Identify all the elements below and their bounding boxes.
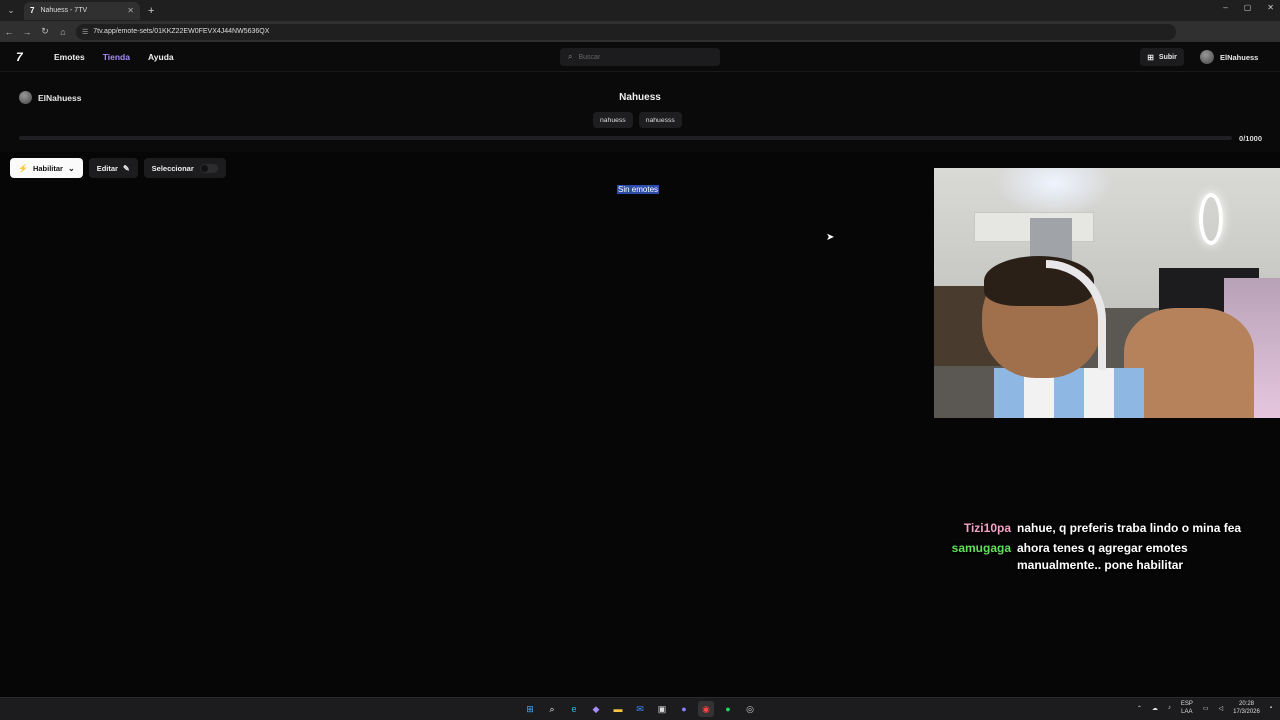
keyboard-layout: LAA [1181,709,1193,715]
mouse-cursor-icon: ➤ [826,232,835,243]
tab-search-icon[interactable]: ⌄ [2,2,20,20]
taskbar-apps: ⊞ ⌕ e ◆ ▬ ✉ ▣ ● ◉ ● ◎ [522,701,758,717]
tab-close-icon[interactable]: ✕ [127,6,134,15]
spotify-icon[interactable]: ● [720,701,736,717]
reload-icon[interactable]: ↻ [36,26,54,37]
upload-icon: ⊞ [1147,52,1154,62]
nav-emotes[interactable]: Emotes [54,52,85,62]
teams-icon[interactable]: ● [676,701,692,717]
empty-state-text: Sin emotes [617,185,660,194]
clock-date: 17/3/2026 [1233,709,1260,715]
network-icon[interactable]: ▭ [1203,705,1209,712]
home-icon[interactable]: ⌂ [54,27,72,37]
forward-icon[interactable]: → [18,27,36,37]
search-icon: ⌕ [568,52,573,61]
webcam-ring-light [1199,193,1223,245]
set-toolbar: ⚡ Habilitar ⌄ Editar ✎ Seleccionar [10,158,226,178]
enable-label: Habilitar [32,163,63,173]
chat-message: Tizi10pa nahue, q preferis traba lindo o… [940,520,1270,537]
chat-text: ahora tenes q agregar emotes manualmente… [1017,541,1188,572]
chat-username: samugaga [951,541,1011,555]
chat-overlay: Tizi10pa nahue, q preferis traba lindo o… [940,520,1270,577]
tab-title: Nahuess - 7TV [40,7,88,14]
capacity-count: 0/1000 [1239,134,1262,143]
address-bar[interactable]: ☰ 7tv.app/emote-sets/01KKZ22EW0FEVX4J44N… [76,23,1176,40]
lightning-icon: ⚡ [18,163,28,173]
webcam-shirt [994,368,1144,418]
site-info-icon[interactable]: ☰ [82,28,88,36]
microphone-icon[interactable]: ♪ [1168,705,1171,711]
search-placeholder: Buscar [578,53,601,61]
capacity-bar [19,136,1232,140]
speaker-icon[interactable]: ◁ [1219,705,1224,712]
mail-icon[interactable]: ✉ [632,701,648,717]
chevron-up-icon[interactable]: ⌃ [1137,705,1142,712]
store-icon[interactable]: ▣ [654,701,670,717]
notification-icon[interactable]: ▪ [1270,705,1272,711]
clock[interactable]: 20:28 17/3/2026 [1233,700,1260,716]
chat-message: samugaga ahora tenes q agregar emotes ma… [940,540,1270,574]
webcam-light [994,168,1114,218]
windows-taskbar: ⊞ ⌕ e ◆ ▬ ✉ ▣ ● ◉ ● ◎ ⌃ ☁ ♪ ESP LAA ▭ ◁ … [0,697,1280,720]
chat-text: nahue, q preferis traba lindo o mina fea [1017,521,1242,535]
set-tags: nahuess nahuesss [593,112,682,128]
browser-address-row: ← → ↻ ⌂ ☰ 7tv.app/emote-sets/01KKZ22EW0F… [0,21,1280,56]
language-code: ESP [1180,701,1193,707]
search-icon[interactable]: ⌕ [544,701,560,717]
upload-button[interactable]: ⊞ Subir [1140,48,1184,66]
chrome-icon[interactable]: ◉ [698,701,714,717]
select-label: Seleccionar [151,163,194,173]
copilot-icon[interactable]: ◆ [588,701,604,717]
select-button[interactable]: Seleccionar [143,158,226,178]
clock-time: 20:28 [1239,701,1255,707]
maximize-icon[interactable]: ▢ [1244,3,1252,12]
edit-icon: ✎ [122,163,130,173]
browser-tab[interactable]: 7 Nahuess - 7TV ✕ [24,1,140,20]
select-toggle[interactable] [199,163,218,173]
nav-ayuda[interactable]: Ayuda [148,52,174,62]
search-input[interactable]: ⌕ Buscar [560,48,720,66]
7tv-favicon-icon: 7 [30,6,35,15]
edit-button[interactable]: Editar ✎ [88,158,138,178]
webcam-overlay [934,168,1280,418]
enable-button[interactable]: ⚡ Habilitar ⌄ [10,158,83,178]
system-tray: ⌃ ☁ ♪ ESP LAA ▭ ◁ 20:28 17/3/2026 ▪ [1137,700,1272,716]
user-menu[interactable]: ElNahuess [1200,48,1258,66]
avatar [1200,50,1214,64]
chat-username: Tizi10pa [963,521,1011,535]
language-indicator[interactable]: ESP LAA [1181,700,1193,716]
chevron-down-icon: ⌄ [67,163,75,173]
emote-set-header: ElNahuess Nahuess nahuess nahuesss 0/100… [0,72,1280,152]
new-tab-button[interactable]: + [148,5,154,17]
edit-label: Editar [96,163,118,173]
windows-start-icon[interactable]: ⊞ [522,701,538,717]
edge-icon[interactable]: e [566,701,582,717]
app-header: 7 Emotes Tienda Ayuda ⌕ Buscar ⊞ Subir E… [0,42,1280,72]
emote-set-title: Nahuess [619,92,661,103]
username: ElNahuess [1220,52,1259,62]
file-explorer-icon[interactable]: ▬ [610,701,626,717]
url-text: 7tv.app/emote-sets/01KKZ22EW0FEVX4J44NW5… [93,28,270,35]
obs-icon[interactable]: ◎ [742,701,758,717]
minimize-icon[interactable]: – [1223,3,1227,12]
onedrive-icon[interactable]: ☁ [1152,705,1158,712]
upload-label: Subir [1158,53,1177,61]
window-controls: – ▢ ✕ [1223,3,1274,12]
back-icon[interactable]: ← [0,27,18,37]
browser-tab-bar: ⌄ 7 Nahuess - 7TV ✕ + – ▢ ✕ [0,0,1280,21]
nav-tienda[interactable]: Tienda [103,52,130,62]
7tv-logo[interactable]: 7 [16,50,36,64]
tag[interactable]: nahuesss [638,112,682,128]
close-window-icon[interactable]: ✕ [1267,3,1274,12]
tag[interactable]: nahuess [593,112,633,128]
